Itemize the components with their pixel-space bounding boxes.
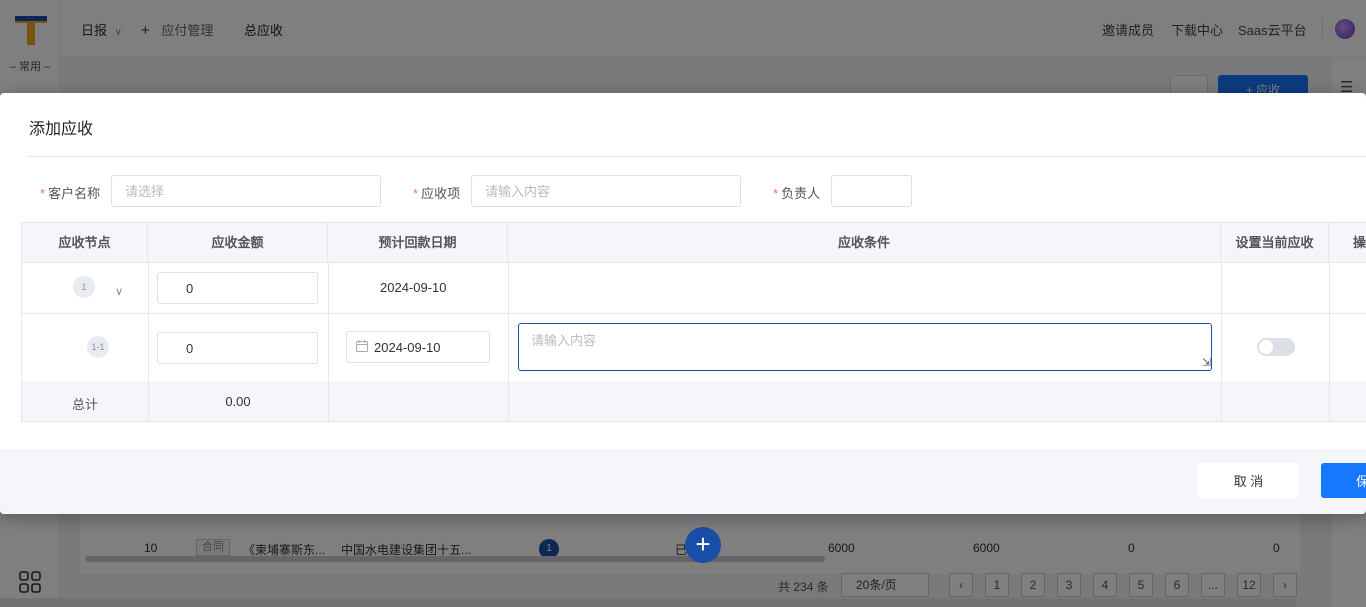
customer-label-text: 客户名称 [48, 186, 101, 201]
dialog-footer [0, 449, 1366, 514]
resize-handle-icon[interactable]: ⇲ [1202, 356, 1211, 369]
item-label-text: 应收项 [421, 186, 461, 201]
col-divider [1329, 381, 1330, 421]
expected-date: 2024-09-10 [380, 280, 447, 295]
header-node: 应收节点 [22, 223, 148, 263]
amount-input[interactable] [157, 332, 318, 364]
header-actions: 操 [1329, 223, 1366, 263]
chevron-down-icon[interactable]: ∨ [115, 285, 123, 298]
required-mark: * [773, 186, 779, 201]
add-receivable-dialog: 添加应收 *客户名称 *应收项 *负责人 应收节点 应收金额 预计回款日期 应收… [0, 93, 1366, 514]
col-divider [328, 381, 329, 421]
col-divider [1221, 381, 1222, 421]
dialog-title: 添加应收 [29, 121, 94, 138]
col-divider [508, 381, 509, 421]
owner-label-text: 负责人 [781, 186, 821, 201]
item-input[interactable] [471, 175, 741, 207]
total-value: 0.00 [225, 394, 251, 409]
date-picker[interactable]: 2024-09-10 [346, 331, 490, 363]
calendar-icon [356, 340, 368, 352]
node-badge: 1-1 [87, 336, 109, 358]
required-mark: * [413, 186, 419, 201]
floating-add-button[interactable]: + [685, 527, 721, 563]
owner-select[interactable] [831, 175, 912, 207]
required-mark: * [40, 186, 46, 201]
title-divider [29, 156, 1366, 157]
customer-label: * 客户名称 [40, 183, 100, 202]
header-date: 预计回款日期 [328, 223, 508, 263]
save-button[interactable]: 保 [1321, 463, 1366, 498]
item-label: * 应收项 [413, 183, 460, 202]
owner-label: * 负责人 [773, 183, 820, 202]
receivable-table: 应收节点 应收金额 预计回款日期 应收条件 设置当前应收 操 1 ∨ 2024-… [21, 222, 1366, 422]
set-current-toggle[interactable] [1257, 338, 1295, 356]
total-label: 总计 [71, 397, 98, 412]
customer-select[interactable] [111, 175, 381, 207]
amount-input[interactable] [157, 272, 318, 304]
header-condition: 应收条件 [508, 223, 1221, 263]
condition-textarea[interactable] [518, 323, 1212, 371]
header-amount: 应收金额 [148, 223, 328, 263]
cancel-button[interactable]: 取 消 [1198, 463, 1299, 498]
header-set-current: 设置当前应收 [1221, 223, 1329, 263]
node-badge: 1 [73, 276, 95, 298]
date-value: 2024-09-10 [374, 340, 441, 355]
